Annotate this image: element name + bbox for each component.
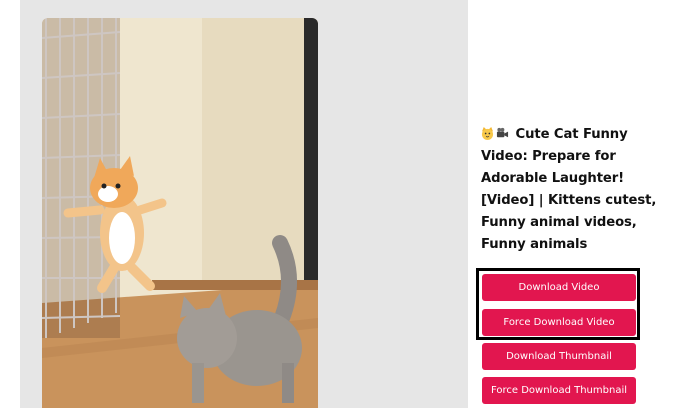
title-line: Adorable Laughter! <box>481 171 625 186</box>
video-title: Cute Cat Funny Video: Prepare for Adorab… <box>481 124 691 256</box>
video-info: Cute Cat Funny Video: Prepare for Adorab… <box>481 124 691 256</box>
title-line: Funny animals <box>481 237 588 252</box>
video-camera-icon <box>496 127 509 138</box>
cat-face-icon <box>481 127 494 140</box>
thumbnail-image <box>42 18 318 408</box>
page: Cute Cat Funny Video: Prepare for Adorab… <box>0 0 700 408</box>
force-download-video-button[interactable]: Force Download Video <box>482 309 636 336</box>
video-thumbnail[interactable] <box>42 18 318 408</box>
download-thumbnail-button[interactable]: Download Thumbnail <box>482 343 636 370</box>
title-line: Cute Cat Funny <box>515 127 628 142</box>
title-line: Video: Prepare for <box>481 149 616 164</box>
title-line: [Video] | Kittens cutest, <box>481 193 657 208</box>
title-line: Funny animal videos, <box>481 215 637 230</box>
download-video-button[interactable]: Download Video <box>482 274 636 301</box>
force-download-thumbnail-button[interactable]: Force Download Thumbnail <box>482 377 636 404</box>
